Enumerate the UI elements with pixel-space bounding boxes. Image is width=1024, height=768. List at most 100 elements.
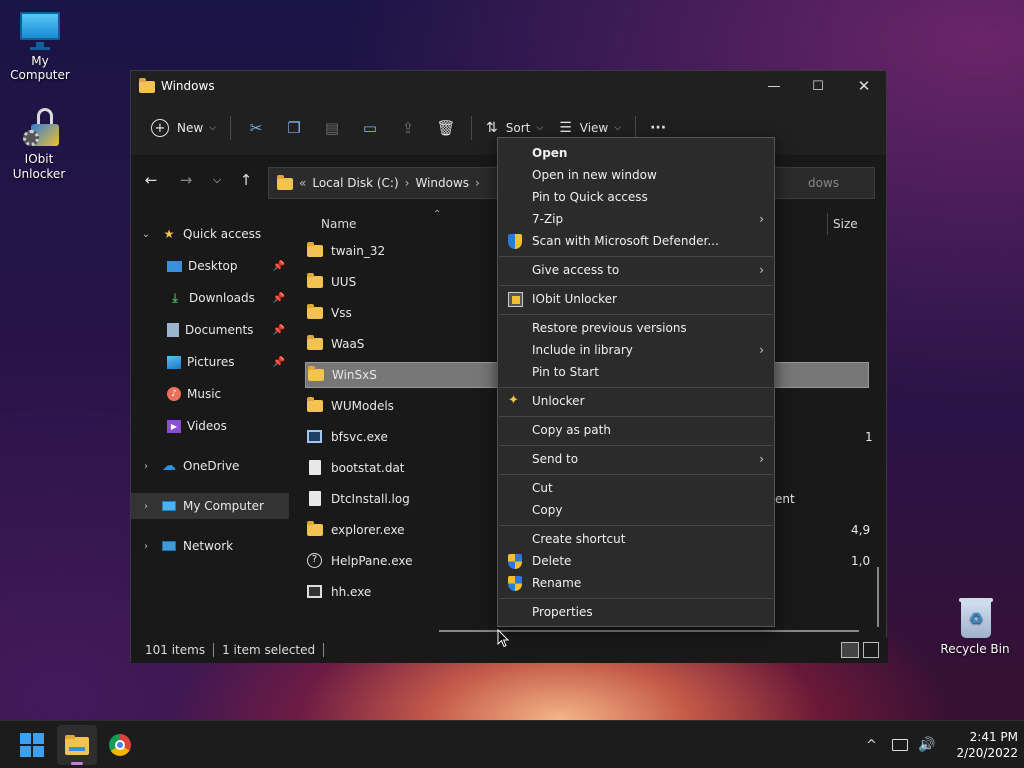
menu-item-rename[interactable]: Rename (498, 572, 774, 594)
menu-item-open[interactable]: Open (498, 142, 774, 164)
clock[interactable]: 2:41 PM 2/20/2022 (948, 729, 1018, 761)
file-name: DtcInstall.log (331, 492, 410, 506)
nav-item-label: Videos (187, 419, 227, 433)
chevron-down-icon: ⌄ (141, 228, 151, 240)
nav-item-quick-access[interactable]: ⌄ ★ Quick access (131, 221, 289, 247)
picture-icon (167, 355, 181, 369)
menu-item-cut[interactable]: Cut (498, 477, 774, 499)
up-button[interactable]: ↑ (234, 171, 258, 193)
menu-item-delete[interactable]: Delete (498, 550, 774, 572)
vertical-scrollbar[interactable] (877, 567, 879, 627)
maximize-button[interactable]: ☐ (795, 71, 841, 101)
file-name: bootstat.dat (331, 461, 405, 475)
menu-item-unlocker[interactable]: ✦ Unlocker (498, 390, 774, 412)
nav-item-desktop[interactable]: Desktop 📌 (131, 253, 289, 279)
menu-item-copy-as-path[interactable]: Copy as path (498, 419, 774, 441)
menu-item-label: Properties (532, 605, 593, 619)
recent-locations-button[interactable]: ⌵ (205, 173, 229, 195)
download-icon: ⤓ (172, 290, 178, 305)
nav-item-label: Quick access (183, 227, 262, 241)
mouse-cursor-icon (497, 629, 509, 648)
menu-item-pin-quick-access[interactable]: Pin to Quick access (498, 186, 774, 208)
new-button[interactable]: + New ⌵ (143, 112, 224, 144)
menu-item-create-shortcut[interactable]: Create shortcut (498, 528, 774, 550)
nav-item-label: Pictures (187, 355, 235, 369)
column-header-name[interactable]: Name (321, 217, 356, 231)
cut-button[interactable]: ✂ (237, 112, 275, 144)
desktop-icon-label: Recycle Bin (940, 642, 1010, 656)
menu-item-label: IObit Unlocker (532, 292, 617, 306)
tiles-view-button[interactable] (863, 642, 879, 658)
column-header-size[interactable]: Size (833, 217, 858, 231)
desktop-icon-iobit-unlocker[interactable]: IObit Unlocker (0, 106, 79, 182)
menu-item-restore-versions[interactable]: Restore previous versions (498, 317, 774, 339)
active-app-indicator (71, 762, 83, 765)
menu-item-iobit-unlocker[interactable]: IObit Unlocker (498, 288, 774, 310)
folder-icon (307, 273, 325, 290)
desktop-icon-recycle-bin[interactable]: ♻ Recycle Bin (935, 596, 1015, 656)
nav-item-documents[interactable]: Documents 📌 (131, 317, 289, 343)
menu-separator (499, 387, 773, 388)
paste-button[interactable]: ▤ (313, 112, 351, 144)
menu-item-give-access[interactable]: Give access to › (498, 259, 774, 281)
file-name: HelpPane.exe (331, 554, 413, 568)
item-count: 101 items (145, 643, 206, 657)
menu-item-properties[interactable]: Properties (498, 601, 774, 623)
sort-button-label: Sort (505, 121, 531, 135)
breadcrumb-local-disk[interactable]: Local Disk (C:) (312, 176, 398, 190)
network-tray-icon[interactable] (892, 721, 908, 768)
chevron-down-icon: ⌵ (536, 123, 544, 133)
share-button[interactable]: ⇪ (389, 112, 427, 144)
taskbar-chrome[interactable] (100, 725, 140, 765)
folder-icon (307, 521, 325, 538)
menu-separator (499, 598, 773, 599)
nav-item-videos[interactable]: ▶ Videos (131, 413, 289, 439)
menu-item-7zip[interactable]: 7-Zip › (498, 208, 774, 230)
menu-item-label: Pin to Start (532, 365, 599, 379)
copy-button[interactable]: ❐ (275, 112, 313, 144)
menu-item-label: Restore previous versions (532, 321, 687, 335)
close-button[interactable]: ✕ (841, 71, 887, 101)
view-button-label: View (579, 121, 609, 135)
cloud-icon: ☁ (162, 458, 176, 474)
menu-item-open-new-window[interactable]: Open in new window (498, 164, 774, 186)
search-input[interactable]: dows (771, 167, 875, 199)
menu-item-scan-defender[interactable]: Scan with Microsoft Defender... (498, 230, 774, 252)
iobit-unlocker-icon (508, 292, 524, 307)
menu-separator (499, 314, 773, 315)
breadcrumb-windows[interactable]: Windows (415, 176, 469, 190)
nav-item-onedrive[interactable]: › ☁ OneDrive (131, 453, 289, 479)
nav-item-my-computer[interactable]: › My Computer (131, 493, 289, 519)
menu-item-copy[interactable]: Copy (498, 499, 774, 521)
show-hidden-icons-button[interactable]: ^ (866, 721, 877, 768)
details-view-button[interactable] (841, 642, 859, 658)
taskbar-file-explorer[interactable] (57, 725, 97, 765)
menu-item-send-to[interactable]: Send to › (498, 448, 774, 470)
chevron-right-icon: › (404, 176, 410, 190)
column-divider (827, 213, 828, 235)
uac-shield-icon (508, 554, 524, 569)
clipboard-icon: ▤ (324, 119, 340, 137)
file-name: Vss (331, 306, 352, 320)
help-icon: ? (307, 553, 325, 569)
rename-button[interactable]: ▭ (351, 112, 389, 144)
breadcrumb-overflow[interactable]: « (299, 176, 306, 190)
nav-item-downloads[interactable]: ⤓ Downloads 📌 (131, 285, 289, 311)
volume-icon[interactable]: 🔊 (918, 721, 935, 768)
menu-item-label: Give access to (532, 263, 620, 277)
status-divider (323, 643, 325, 657)
start-button[interactable] (12, 725, 52, 765)
desktop-icon-my-computer[interactable]: My Computer (0, 8, 80, 82)
nav-item-pictures[interactable]: Pictures 📌 (131, 349, 289, 375)
minimize-button[interactable]: — (751, 71, 797, 101)
menu-item-include-library[interactable]: Include in library › (498, 339, 774, 361)
nav-item-network[interactable]: › Network (131, 533, 289, 559)
nav-item-music[interactable]: ♪ Music (131, 381, 289, 407)
menu-item-pin-start[interactable]: Pin to Start (498, 361, 774, 383)
address-bar[interactable]: « Local Disk (C:) › Windows › (268, 167, 500, 199)
nav-item-label: Network (183, 539, 234, 553)
back-button[interactable]: ← (139, 171, 163, 193)
delete-button[interactable]: 🗑 (427, 112, 465, 144)
nav-item-label: Documents (185, 323, 254, 337)
forward-button[interactable]: → (174, 171, 198, 193)
